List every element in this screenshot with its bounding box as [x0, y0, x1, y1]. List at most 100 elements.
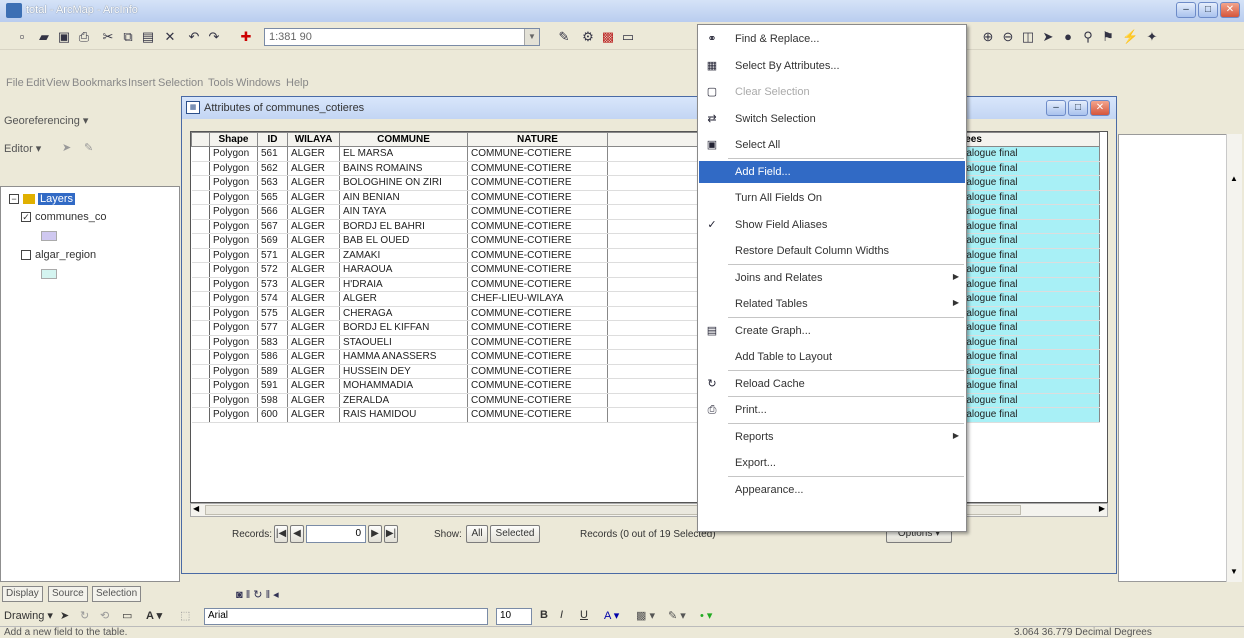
table-cell[interactable]: COMMUNE-COTIERE: [467, 364, 608, 379]
table-cell[interactable]: catalogue final: [949, 262, 1100, 278]
table-cell[interactable]: 565: [257, 190, 288, 205]
table-cell[interactable]: BAINS ROMAINS: [339, 161, 468, 176]
scroll-left-icon[interactable]: ◀: [193, 504, 199, 513]
layer-visibility-checkbox[interactable]: [21, 250, 31, 261]
table-cell[interactable]: COMMUNE-COTIERE: [467, 161, 608, 176]
row-selector[interactable]: [191, 175, 210, 191]
scroll-right-icon[interactable]: ▶: [1099, 504, 1105, 513]
table-cell[interactable]: HARAOUA: [339, 262, 468, 278]
line-color-icon[interactable]: ✎ ▾: [668, 609, 686, 622]
expand-collapse-icon[interactable]: −: [9, 194, 19, 205]
table-cell[interactable]: Polygon: [209, 146, 258, 162]
table-cell[interactable]: catalogue final: [949, 335, 1100, 350]
command-line-icon[interactable]: ▭: [620, 29, 636, 45]
attr-maximize-button[interactable]: □: [1068, 100, 1088, 116]
arctoolbox-icon[interactable]: ⚙: [580, 29, 596, 45]
table-cell[interactable]: RAIS HAMIDOU: [339, 407, 468, 423]
menu-view[interactable]: View: [46, 77, 70, 89]
menu-bookmarks[interactable]: Bookmarks: [72, 77, 127, 89]
table-cell[interactable]: CHEF-LIEU-WILAYA: [467, 291, 608, 307]
sketch-tool-icon[interactable]: ✎: [84, 141, 93, 154]
menu-edit[interactable]: Edit: [26, 77, 45, 89]
close-button[interactable]: ✕: [1220, 2, 1240, 18]
table-cell[interactable]: Polygon: [209, 407, 258, 423]
table-cell[interactable]: 589: [257, 364, 288, 379]
row-selector[interactable]: [191, 407, 210, 423]
table-cell[interactable]: ALGER: [287, 335, 340, 350]
menu-item-turn-all-fields-on[interactable]: Turn All Fields On: [699, 187, 965, 209]
measure-icon[interactable]: ⚑: [1100, 29, 1116, 45]
menu-item-create-graph[interactable]: ▤ Create Graph...: [699, 320, 965, 342]
row-selector[interactable]: [191, 306, 210, 321]
row-selector[interactable]: [191, 248, 210, 263]
row-selector[interactable]: [191, 364, 210, 379]
table-cell[interactable]: HAMMA ANASSERS: [339, 349, 468, 365]
table-cell[interactable]: catalogue final: [949, 146, 1100, 162]
print-icon[interactable]: ⎙: [76, 29, 92, 45]
table-cell[interactable]: 598: [257, 393, 288, 408]
maximize-button[interactable]: □: [1198, 2, 1218, 18]
map-display[interactable]: [1118, 134, 1238, 582]
column-header[interactable]: WILAYA: [287, 132, 340, 147]
table-cell[interactable]: Polygon: [209, 233, 258, 249]
menu-item-print[interactable]: ⎙ Print...: [699, 399, 965, 421]
menu-tools[interactable]: Tools: [208, 77, 234, 89]
menu-item-reports[interactable]: Reports ▶: [699, 426, 965, 448]
table-cell[interactable]: catalogue final: [949, 233, 1100, 249]
table-cell[interactable]: ALGER: [287, 364, 340, 379]
show-selected-button[interactable]: Selected: [490, 525, 540, 543]
table-cell[interactable]: ALGER: [287, 190, 340, 205]
bold-icon[interactable]: B: [540, 609, 548, 621]
tab-source[interactable]: Source: [48, 586, 88, 602]
zoom-out-icon[interactable]: ⊖: [1000, 29, 1016, 45]
menu-item-add-table-to-layout[interactable]: Add Table to Layout: [699, 346, 965, 368]
row-selector[interactable]: [191, 161, 210, 176]
table-cell[interactable]: Polygon: [209, 204, 258, 220]
table-cell[interactable]: catalogue final: [949, 219, 1100, 234]
table-cell[interactable]: H'DRAIA: [339, 277, 468, 292]
menu-item-related-tables[interactable]: Related Tables ▶: [699, 293, 965, 315]
rectangle-tool-icon[interactable]: ▭: [122, 609, 132, 622]
table-cell[interactable]: COMMUNE-COTIERE: [467, 349, 608, 365]
menu-item-select-by-attributes[interactable]: ▦ Select By Attributes...: [699, 55, 965, 77]
new-icon[interactable]: ▫: [14, 29, 30, 45]
font-dropdown[interactable]: Arial: [204, 608, 488, 625]
table-cell[interactable]: BORDJ EL BAHRI: [339, 219, 468, 234]
table-cell[interactable]: catalogue final: [949, 407, 1100, 423]
last-record-button[interactable]: ▶|: [384, 525, 398, 543]
attr-minimize-button[interactable]: –: [1046, 100, 1066, 116]
menu-item-export[interactable]: Export...: [699, 452, 965, 474]
zoom-whole-page-icon[interactable]: ⟲: [100, 609, 109, 622]
table-cell[interactable]: 567: [257, 219, 288, 234]
table-cell[interactable]: 575: [257, 306, 288, 321]
table-cell[interactable]: BORDJ EL KIFFAN: [339, 320, 468, 336]
map-vertical-scrollbar[interactable]: ▲ ▼: [1226, 134, 1242, 582]
table-cell[interactable]: COMMUNE-COTIERE: [467, 248, 608, 263]
table-cell[interactable]: Polygon: [209, 190, 258, 205]
table-cell[interactable]: BOLOGHINE ON ZIRI: [339, 175, 468, 191]
full-extent-icon[interactable]: ◫: [1020, 29, 1036, 45]
toolbox-icon[interactable]: ▩: [600, 29, 616, 45]
editor-toolbar-icon[interactable]: ✎: [556, 29, 572, 45]
table-cell[interactable]: 574: [257, 291, 288, 307]
minimize-button[interactable]: –: [1176, 2, 1196, 18]
table-cell[interactable]: 586: [257, 349, 288, 365]
scroll-up-icon[interactable]: ▲: [1230, 174, 1238, 183]
tab-selection[interactable]: Selection: [92, 586, 142, 602]
table-cell[interactable]: EL MARSA: [339, 146, 468, 162]
table-cell[interactable]: COMMUNE-COTIERE: [467, 335, 608, 350]
table-cell[interactable]: 591: [257, 378, 288, 394]
rotate-icon[interactable]: ↻: [80, 609, 89, 622]
paste-icon[interactable]: ▤: [140, 29, 156, 45]
menu-file[interactable]: File: [6, 77, 24, 89]
toc-layers[interactable]: − Layers: [9, 193, 76, 205]
font-size-dropdown[interactable]: 10: [496, 608, 532, 625]
table-cell[interactable]: ALGER: [287, 204, 340, 220]
table-cell[interactable]: Polygon: [209, 161, 258, 176]
table-cell[interactable]: HUSSEIN DEY: [339, 364, 468, 379]
table-cell[interactable]: COMMUNE-COTIERE: [467, 407, 608, 423]
table-cell[interactable]: catalogue final: [949, 161, 1100, 176]
table-cell[interactable]: catalogue final: [949, 349, 1100, 365]
fill-color-icon[interactable]: ▩ ▾: [636, 609, 655, 622]
table-cell[interactable]: ALGER: [287, 393, 340, 408]
